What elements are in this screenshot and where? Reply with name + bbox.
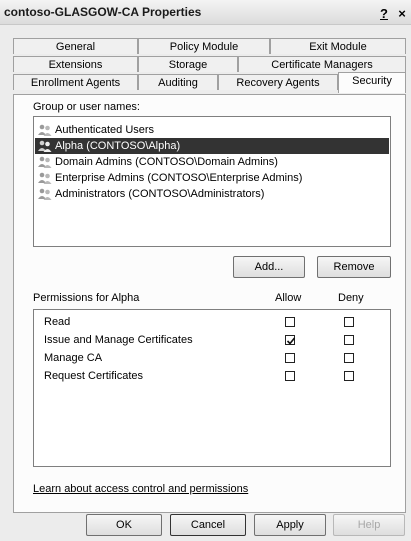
tab-certificate-managers[interactable]: Certificate Managers — [238, 56, 406, 72]
apply-button[interactable]: Apply — [254, 514, 326, 536]
deny-checkbox-read[interactable] — [344, 317, 354, 327]
allow-header: Allow — [275, 292, 302, 304]
permission-issue-manage-certificates: Issue and Manage Certificates — [44, 334, 193, 346]
help-button[interactable]: Help — [333, 514, 405, 536]
allow-checkbox-manage-ca[interactable] — [285, 353, 295, 363]
permission-request-certificates: Request Certificates — [44, 370, 144, 382]
users-icon — [38, 140, 52, 152]
list-item-selected[interactable]: Alpha (CONTOSO\Alpha) — [35, 138, 389, 154]
list-item-label: Enterprise Admins (CONTOSO\Enterprise Ad… — [55, 172, 303, 184]
list-item[interactable]: Authenticated Users — [35, 122, 389, 138]
tab-enrollment-agents[interactable]: Enrollment Agents — [13, 74, 138, 90]
tab-recovery-agents[interactable]: Recovery Agents — [218, 74, 338, 90]
tab-auditing[interactable]: Auditing — [138, 74, 218, 90]
allow-checkbox-request-certificates[interactable] — [285, 371, 295, 381]
check-icon — [286, 337, 296, 345]
window-title: contoso-GLASGOW-CA Properties — [4, 5, 202, 19]
permission-manage-ca: Manage CA — [44, 352, 103, 364]
learn-access-control-link[interactable]: Learn about access control and permissio… — [33, 483, 248, 495]
close-button[interactable]: × — [394, 7, 410, 21]
add-button[interactable]: Add... — [233, 256, 305, 278]
properties-dialog: contoso-GLASGOW-CA Properties ? × Genera… — [0, 0, 411, 541]
list-item-label: Administrators (CONTOSO\Administrators) — [55, 188, 265, 200]
tab-exit-module[interactable]: Exit Module — [270, 38, 406, 54]
allow-checkbox-issue-manage[interactable] — [285, 335, 296, 345]
tab-storage[interactable]: Storage — [138, 56, 238, 72]
deny-checkbox-issue-manage[interactable] — [344, 335, 354, 345]
permissions-label: Permissions for Alpha — [33, 292, 140, 304]
deny-header: Deny — [338, 292, 364, 304]
deny-checkbox-request-certificates[interactable] — [344, 371, 354, 381]
tab-general[interactable]: General — [13, 38, 138, 54]
list-item-label: Authenticated Users — [55, 124, 155, 136]
users-icon — [38, 188, 52, 200]
list-item[interactable]: Administrators (CONTOSO\Administrators) — [35, 186, 389, 202]
cancel-button[interactable]: Cancel — [170, 514, 246, 536]
list-item-label: Alpha (CONTOSO\Alpha) — [55, 140, 181, 152]
allow-checkbox-read[interactable] — [285, 317, 295, 327]
tab-policy-module[interactable]: Policy Module — [138, 38, 270, 54]
list-item[interactable]: Enterprise Admins (CONTOSO\Enterprise Ad… — [35, 170, 389, 186]
list-item[interactable]: Domain Admins (CONTOSO\Domain Admins) — [35, 154, 389, 170]
users-icon — [38, 124, 52, 136]
users-icon — [38, 172, 52, 184]
deny-checkbox-manage-ca[interactable] — [344, 353, 354, 363]
tab-extensions[interactable]: Extensions — [13, 56, 138, 72]
users-icon — [38, 156, 52, 168]
group-label: Group or user names: — [33, 101, 140, 113]
ok-button[interactable]: OK — [86, 514, 162, 536]
help-title-button[interactable]: ? — [376, 7, 392, 21]
list-item-label: Domain Admins (CONTOSO\Domain Admins) — [55, 156, 278, 168]
tab-security[interactable]: Security — [338, 72, 406, 93]
remove-button[interactable]: Remove — [317, 256, 391, 278]
title-bar: contoso-GLASGOW-CA Properties ? × — [0, 0, 411, 25]
permission-read: Read — [44, 316, 71, 328]
permissions-list: Read Issue and Manage Certificates Manag… — [33, 309, 391, 467]
user-list[interactable]: Authenticated Users Alpha (CONTOSO\Alpha… — [33, 116, 391, 247]
